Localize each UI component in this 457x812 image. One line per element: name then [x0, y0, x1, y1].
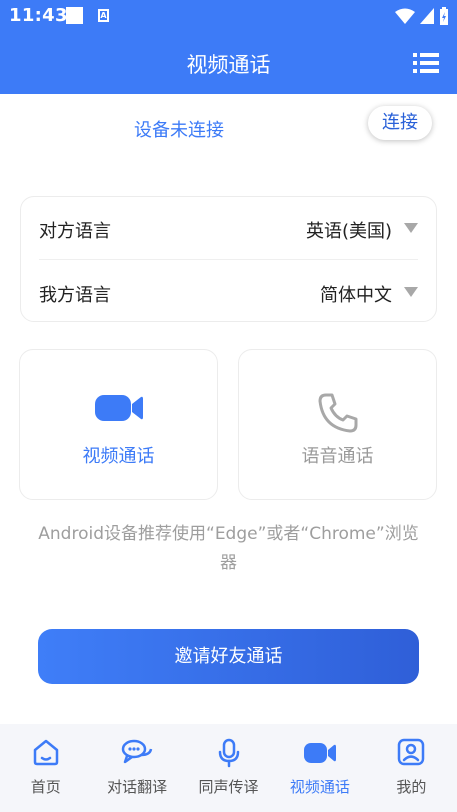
browser-hint-text: Android设备推荐使用“Edge”或者“Chrome”浏览器: [38, 524, 419, 573]
dropdown-caret-icon: [404, 287, 418, 297]
bottom-tab-bar: 首页 对话翻译 同声传译 视频通话 我的: [0, 724, 457, 812]
tab-mine[interactable]: 我的: [366, 724, 457, 812]
tab-video-call[interactable]: 视频通话: [274, 724, 365, 812]
video-call-card[interactable]: 视频通话: [19, 349, 218, 500]
my-language-label: 我方语言: [39, 285, 111, 306]
my-language-row[interactable]: 我方语言 简体中文: [39, 261, 418, 323]
dropdown-caret-icon: [404, 223, 418, 233]
other-language-row[interactable]: 对方语言 英语(美国): [39, 197, 418, 260]
battery-charging-icon: [440, 7, 448, 25]
notification-square-icon: [66, 7, 83, 24]
tab-home[interactable]: 首页: [0, 724, 91, 812]
video-camera-icon: [94, 395, 143, 421]
video-camera-icon: [303, 743, 336, 763]
connect-button[interactable]: 连接: [368, 106, 432, 140]
tab-label: 首页: [30, 778, 61, 796]
tab-label: 视频通话: [289, 778, 350, 796]
chat-bubbles-icon: [121, 739, 153, 764]
signal-icon: [420, 8, 434, 24]
status-icons: [395, 7, 449, 25]
phone-icon: [318, 393, 357, 433]
device-connection-row: 设备未连接 连接: [0, 94, 457, 160]
voice-call-card[interactable]: 语音通话: [238, 349, 437, 500]
wifi-icon: [395, 8, 415, 24]
my-language-value: 简体中文: [320, 285, 392, 306]
tab-simultaneous-interpretation[interactable]: 同声传译: [183, 724, 274, 812]
language-card: 对方语言 英语(美国) 我方语言 简体中文: [20, 196, 437, 322]
notification-a-icon: A: [98, 9, 109, 22]
status-bar: 11:43 A: [0, 0, 457, 32]
app-bar: 视频通话: [0, 32, 457, 94]
tab-dialogue-translate[interactable]: 对话翻译: [91, 724, 182, 812]
other-language-label: 对方语言: [39, 221, 111, 242]
tab-label: 对话翻译: [107, 778, 168, 796]
tab-label: 我的: [396, 778, 427, 796]
invite-friend-button[interactable]: 邀请好友通话: [38, 629, 419, 684]
page-title: 视频通话: [186, 53, 271, 77]
video-call-label: 视频通话: [82, 446, 155, 467]
profile-icon: [398, 738, 425, 766]
voice-call-label: 语音通话: [301, 446, 374, 467]
list-menu-icon[interactable]: [413, 52, 439, 74]
home-icon: [33, 739, 58, 766]
tab-label: 同声传译: [198, 778, 259, 796]
microphone-icon: [218, 738, 239, 768]
status-time: 11:43: [9, 5, 68, 26]
device-status-text: 设备未连接: [134, 120, 224, 141]
other-language-value: 英语(美国): [305, 221, 392, 242]
